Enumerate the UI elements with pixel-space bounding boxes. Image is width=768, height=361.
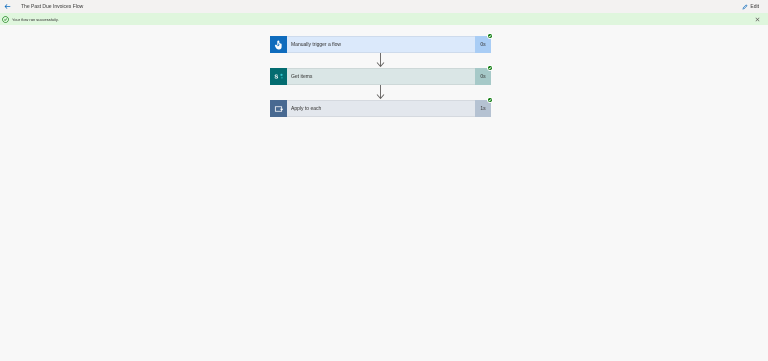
- success-banner: Your flow ran successfully.: [0, 13, 768, 25]
- svg-text:S: S: [274, 75, 278, 81]
- pencil-icon: [742, 4, 748, 9]
- edit-label: Edit: [750, 3, 759, 10]
- flow-arrow-icon: [376, 53, 385, 68]
- sharepoint-icon: S: [270, 68, 287, 85]
- hand-pointer-icon: [270, 36, 287, 53]
- back-arrow-icon[interactable]: [1, 0, 14, 13]
- flow-title: The Past Due Invoices Flow: [21, 3, 84, 10]
- step-success-check-icon: [487, 65, 493, 71]
- banner-message: Your flow ran successfully.: [12, 16, 59, 22]
- step-title: Apply to each: [287, 100, 475, 117]
- flow-arrow-icon: [376, 85, 385, 100]
- step-success-check-icon: [487, 33, 493, 39]
- edit-button[interactable]: Edit: [742, 2, 759, 11]
- step-success-check-icon: [487, 97, 493, 103]
- loop-icon: [270, 100, 287, 117]
- step-title: Get items: [287, 68, 475, 85]
- success-check-icon: [2, 15, 9, 23]
- step-title: Manually trigger a flow: [287, 36, 475, 53]
- step-apply-to-each[interactable]: Apply to each 1s: [270, 100, 491, 117]
- step-manually-trigger-flow[interactable]: Manually trigger a flow 0s: [270, 36, 491, 53]
- top-bar: The Past Due Invoices Flow Edit: [0, 0, 768, 13]
- step-get-items[interactable]: S Get items 0s: [270, 68, 491, 85]
- close-icon[interactable]: [753, 15, 761, 23]
